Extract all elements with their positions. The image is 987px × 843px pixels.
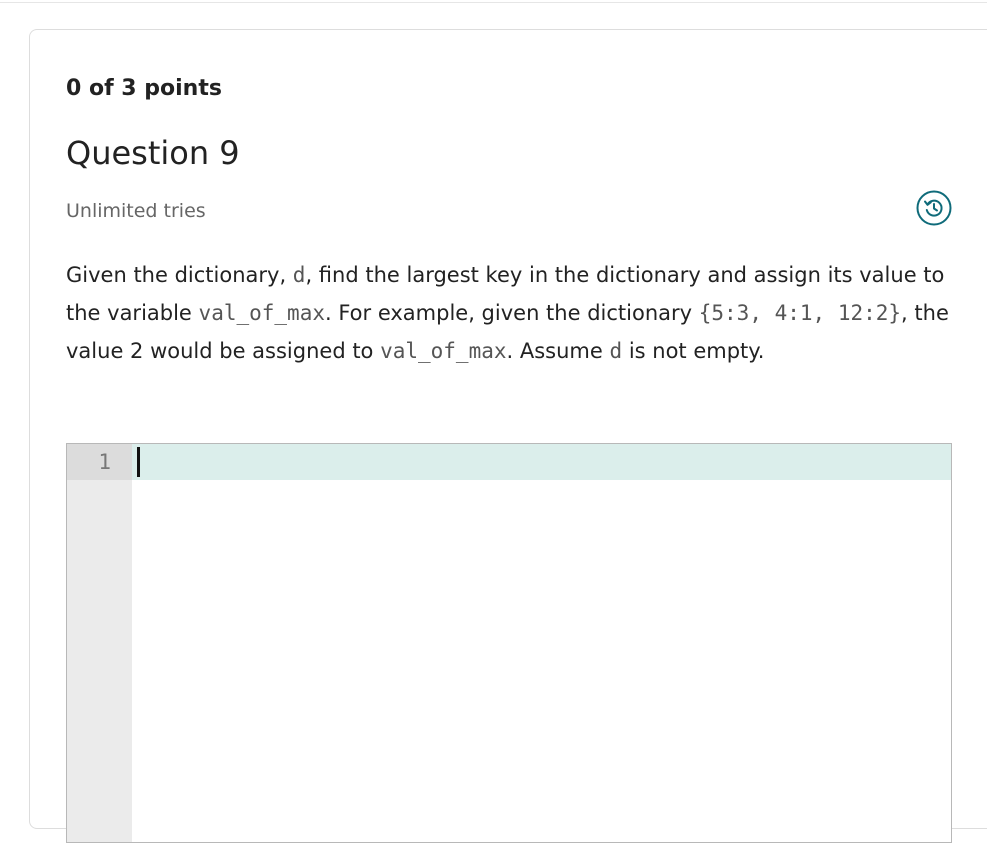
inline-code: {5:3, 4:1, 12:2}: [698, 301, 902, 325]
inline-code: d: [292, 263, 306, 287]
code-input[interactable]: [132, 444, 951, 842]
prompt-text: . For example, given the dictionary: [324, 301, 699, 325]
prompt-text: Given the dictionary,: [66, 263, 293, 287]
editor-gutter: [67, 444, 132, 842]
question-prompt: Given the dictionary, d, find the larges…: [66, 256, 956, 370]
prompt-text: is not empty.: [622, 339, 765, 363]
top-divider: [0, 2, 987, 3]
question-card: 0 of 3 points Question 9 Unlimited tries…: [29, 29, 987, 843]
tries-info: Unlimited tries: [66, 200, 206, 222]
line-number: 1: [98, 450, 111, 474]
points-score: 0 of 3 points: [66, 76, 222, 101]
history-button[interactable]: [916, 190, 952, 226]
code-editor[interactable]: 1: [66, 443, 952, 843]
history-icon: [916, 190, 952, 226]
inline-code: val_of_max: [380, 339, 507, 363]
inline-code: val_of_max: [198, 301, 325, 325]
prompt-text: . Assume: [506, 339, 610, 363]
question-title: Question 9: [66, 134, 240, 172]
inline-code: d: [609, 339, 623, 363]
